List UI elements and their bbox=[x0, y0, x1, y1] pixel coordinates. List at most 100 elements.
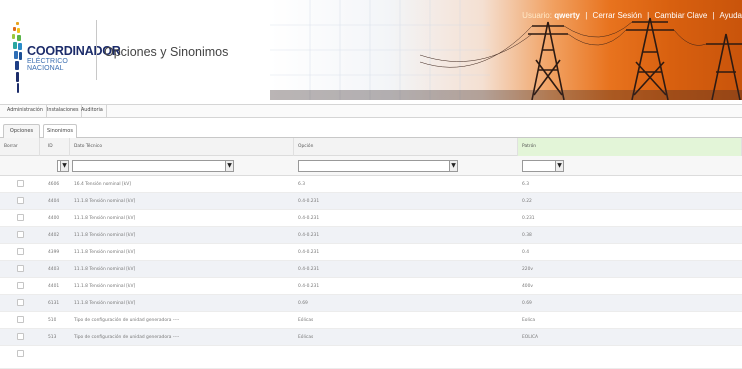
delete-checkbox[interactable] bbox=[17, 197, 24, 204]
power-lines-banner: Usuario: qwerty | Cerrar Sesión | Cambia… bbox=[270, 0, 742, 100]
menu-item-administracion[interactable]: Administración bbox=[4, 105, 47, 117]
cell-opcion: 6.3 bbox=[298, 182, 305, 187]
logo-text-secondary: ELÉCTRICO NACIONAL bbox=[27, 58, 68, 72]
menu-item-auditoria[interactable]: Auditoria bbox=[78, 105, 107, 117]
cell-dato: 11.1.8 Tensión nominal [kV] bbox=[74, 250, 136, 255]
grid-header: Borrar ID Dato Técnico Opción Patrón bbox=[0, 138, 742, 156]
delete-checkbox[interactable] bbox=[17, 333, 24, 340]
cell-patron: 0.4 bbox=[522, 250, 529, 255]
dato-filter-input[interactable] bbox=[72, 160, 226, 172]
table-row[interactable]: 513 Tipo de configuración de unidad gene… bbox=[0, 329, 742, 346]
user-name: qwerty bbox=[554, 11, 580, 20]
cell-dato: 11.1.8 Tensión nominal [kV] bbox=[74, 284, 136, 289]
cell-opcion: Eólicas bbox=[298, 335, 314, 340]
cell-patron: 0.22 bbox=[522, 199, 532, 204]
delete-checkbox[interactable] bbox=[17, 282, 24, 289]
column-header-dato-tecnico[interactable]: Dato Técnico bbox=[70, 138, 294, 156]
table-row[interactable]: 4606 16.4 Tensión nominal [kV] 6.3 6.3 bbox=[0, 176, 742, 193]
filter-icon[interactable]: ▼ bbox=[449, 160, 458, 172]
delete-checkbox[interactable] bbox=[17, 350, 24, 357]
filter-icon[interactable]: ▼ bbox=[555, 160, 564, 172]
table-row[interactable]: 4403 11.1.8 Tensión nominal [kV] 0.4-0.2… bbox=[0, 261, 742, 278]
coordinador-logo[interactable]: COORDINADOR ELÉCTRICO NACIONAL bbox=[8, 20, 121, 95]
cell-opcion: 0.4-0.231 bbox=[298, 267, 320, 272]
change-password-link[interactable]: Cambiar Clave bbox=[654, 11, 707, 20]
cell-opcion: 0.4-0.231 bbox=[298, 216, 320, 221]
delete-checkbox[interactable] bbox=[17, 299, 24, 306]
help-link[interactable]: Ayuda bbox=[719, 11, 742, 20]
cell-id: 4400 bbox=[48, 216, 60, 221]
cell-opcion: 0.69 bbox=[298, 301, 308, 306]
sinonimos-grid: Borrar ID Dato Técnico Opción Patrón ▼ ▼… bbox=[0, 138, 742, 369]
delete-checkbox[interactable] bbox=[17, 214, 24, 221]
cell-patron: 400v bbox=[522, 284, 533, 289]
delete-checkbox[interactable] bbox=[17, 316, 24, 323]
page-title: Opciones y Sinonimos bbox=[104, 45, 229, 59]
nav-separator: | bbox=[647, 11, 650, 20]
header: COORDINADOR ELÉCTRICO NACIONAL Opciones … bbox=[0, 0, 742, 100]
cell-dato: 11.1.8 Tensión nominal [kV] bbox=[74, 301, 136, 306]
cell-id: 4402 bbox=[48, 233, 60, 238]
tab-sinonimos[interactable]: Sinonimos bbox=[43, 124, 77, 139]
opcion-filter-input[interactable] bbox=[298, 160, 450, 172]
cell-patron: 6.3 bbox=[522, 182, 529, 187]
tab-opciones[interactable]: Opciones bbox=[3, 124, 40, 138]
cell-id: 4401 bbox=[48, 284, 60, 289]
logo-mark-icon bbox=[12, 20, 24, 95]
cell-id: 4399 bbox=[48, 250, 60, 255]
delete-checkbox[interactable] bbox=[17, 248, 24, 255]
tab-bar: Opciones Sinonimos bbox=[0, 124, 742, 139]
cell-patron: 0.69 bbox=[522, 301, 532, 306]
filter-row: ▼ ▼ ▼ ▼ bbox=[0, 156, 742, 176]
cell-opcion: 0.4-0.231 bbox=[298, 250, 320, 255]
cell-dato: 11.1.8 Tensión nominal [kV] bbox=[74, 216, 136, 221]
filter-icon[interactable]: ▼ bbox=[225, 160, 234, 172]
top-navigation: Usuario: qwerty | Cerrar Sesión | Cambia… bbox=[522, 11, 742, 20]
table-row[interactable]: 6131 11.1.8 Tensión nominal [kV] 0.69 0.… bbox=[0, 295, 742, 312]
cell-dato: Tipo de configuración de unidad generado… bbox=[74, 318, 180, 323]
header-divider bbox=[96, 20, 97, 80]
cell-id: 4403 bbox=[48, 267, 60, 272]
menu-item-instalaciones[interactable]: Instalaciones bbox=[44, 105, 83, 117]
cell-opcion: 0.4-0.231 bbox=[298, 233, 320, 238]
nav-separator: | bbox=[712, 11, 715, 20]
table-row[interactable]: 4404 11.1.8 Tensión nominal [kV] 0.4-0.2… bbox=[0, 193, 742, 210]
cell-id: 4404 bbox=[48, 199, 60, 204]
cell-id: 6131 bbox=[48, 301, 60, 306]
cell-dato: Tipo de configuración de unidad generado… bbox=[74, 335, 180, 340]
cell-id: 510 bbox=[48, 318, 57, 323]
column-header-patron[interactable]: Patrón bbox=[518, 138, 742, 156]
cell-opcion: 0.4-0.231 bbox=[298, 199, 320, 204]
nav-separator: | bbox=[585, 11, 588, 20]
cell-id: 513 bbox=[48, 335, 57, 340]
table-row[interactable]: 4402 11.1.8 Tensión nominal [kV] 0.4-0.2… bbox=[0, 227, 742, 244]
table-row[interactable]: 510 Tipo de configuración de unidad gene… bbox=[0, 312, 742, 329]
cell-dato: 16.4 Tensión nominal [kV] bbox=[74, 182, 131, 187]
cell-patron: EOLICA bbox=[522, 335, 539, 340]
cell-patron: 0.231 bbox=[522, 216, 535, 221]
delete-checkbox[interactable] bbox=[17, 265, 24, 272]
cell-dato: 11.1.8 Tensión nominal [kV] bbox=[74, 233, 136, 238]
table-row-partial[interactable] bbox=[0, 346, 742, 369]
cell-opcion: 0.4-0.231 bbox=[298, 284, 320, 289]
column-header-opcion[interactable]: Opción bbox=[294, 138, 518, 156]
cell-opcion: Eólicas bbox=[298, 318, 314, 323]
table-row[interactable]: 4400 11.1.8 Tensión nominal [kV] 0.4-0.2… bbox=[0, 210, 742, 227]
cell-id: 4606 bbox=[48, 182, 60, 187]
patron-filter-input[interactable] bbox=[522, 160, 556, 172]
cell-dato: 11.1.8 Tensión nominal [kV] bbox=[74, 267, 136, 272]
logout-link[interactable]: Cerrar Sesión bbox=[593, 11, 642, 20]
delete-checkbox[interactable] bbox=[17, 231, 24, 238]
cell-patron: Eolica bbox=[522, 318, 536, 323]
column-header-borrar[interactable]: Borrar bbox=[0, 138, 40, 156]
cell-dato: 11.1.8 Tensión nominal [kV] bbox=[74, 199, 136, 204]
table-row[interactable]: 4401 11.1.8 Tensión nominal [kV] 0.4-0.2… bbox=[0, 278, 742, 295]
cell-patron: 0.38 bbox=[522, 233, 532, 238]
main-menu: Administración Instalaciones Auditoria bbox=[0, 104, 742, 118]
user-label: Usuario: bbox=[522, 11, 552, 20]
filter-icon[interactable]: ▼ bbox=[60, 160, 69, 172]
column-header-id[interactable]: ID bbox=[40, 138, 70, 156]
cell-patron: 220v bbox=[522, 267, 533, 272]
table-row[interactable]: 4399 11.1.8 Tensión nominal [kV] 0.4-0.2… bbox=[0, 244, 742, 261]
delete-checkbox[interactable] bbox=[17, 180, 24, 187]
